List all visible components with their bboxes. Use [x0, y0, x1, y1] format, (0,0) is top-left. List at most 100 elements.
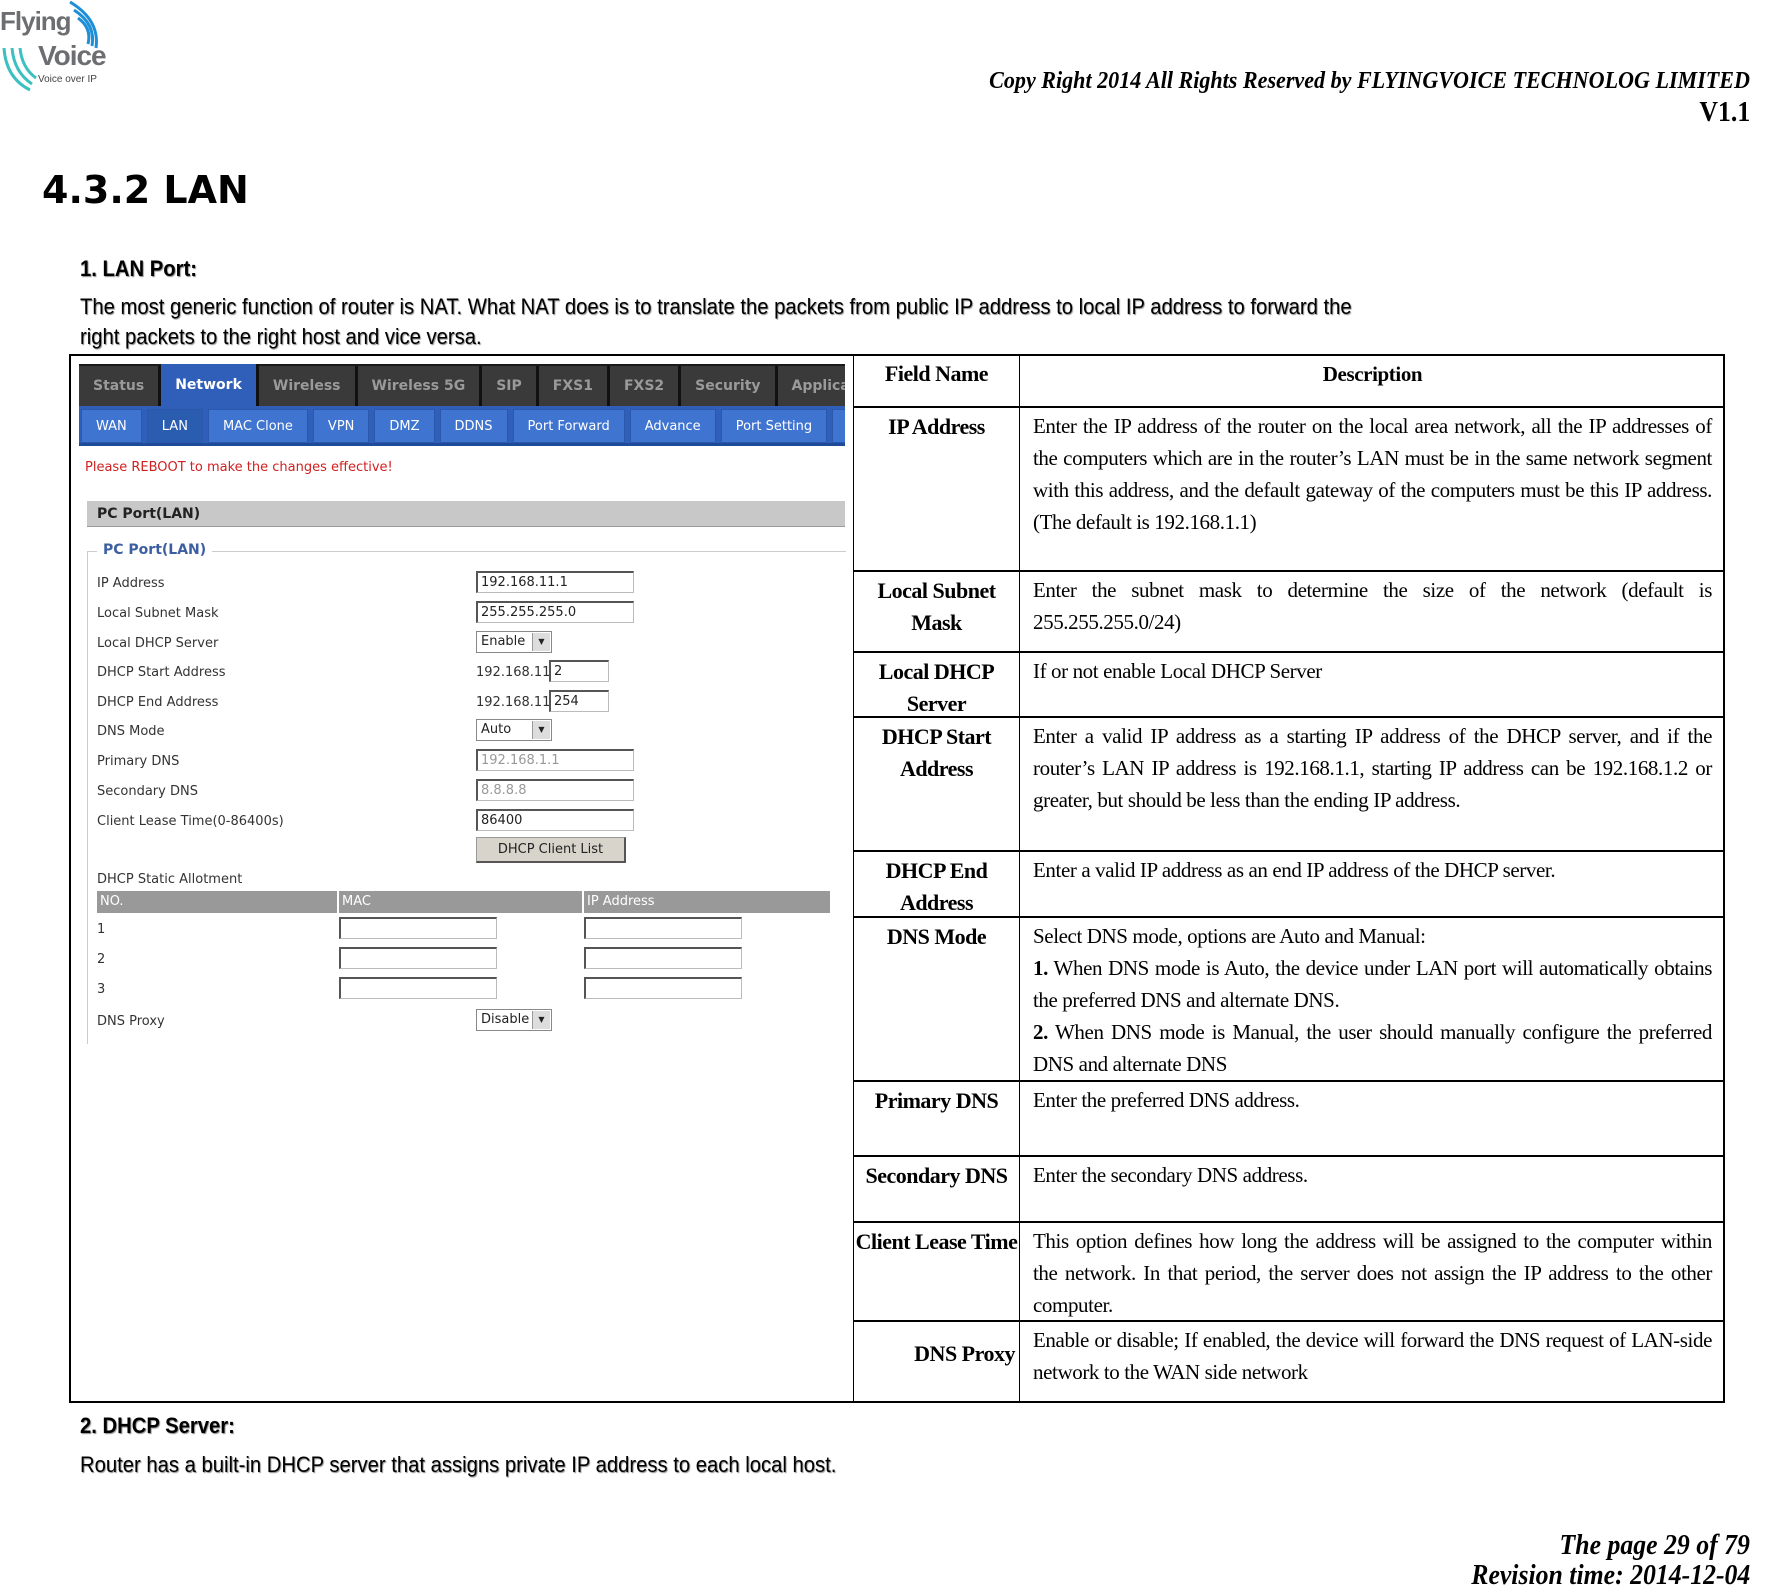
- sub-tab-vpn[interactable]: VPN: [312, 409, 370, 443]
- static-row-ip-input[interactable]: [584, 977, 742, 999]
- lan-port-heading: 1. LAN Port:: [80, 256, 197, 281]
- secondary-dns-input[interactable]: 8.8.8.8: [476, 779, 634, 801]
- static-row-mac-input[interactable]: [339, 947, 497, 969]
- table-header-row: Field Name Description: [854, 356, 1723, 408]
- ip-address-label: IP Address: [97, 576, 165, 591]
- main-tab-wireless[interactable]: Wireless: [258, 366, 358, 406]
- table-row: DNS Mode Select DNS mode, options are Au…: [854, 918, 1723, 1082]
- main-tab-bar: Status Network Wireless Wireless 5G SIP FXS1 F…: [79, 364, 845, 406]
- dns-mode-select-value: Auto: [481, 722, 512, 737]
- sub-tab-port-setting[interactable]: Port Setting: [720, 409, 828, 443]
- static-row-ip-input[interactable]: [584, 917, 742, 939]
- section-title: 4.3.2 LAN: [42, 168, 249, 212]
- dhcp-server-select[interactable]: Enable ▼: [476, 631, 552, 653]
- static-row-mac-input[interactable]: [339, 917, 497, 939]
- dhcp-start-prefix: 192.168.11.: [476, 665, 555, 680]
- static-allotment-header: NO. MAC IP Address: [97, 891, 837, 913]
- main-tab-fxs2[interactable]: FXS2: [609, 366, 682, 406]
- sub-tab-qo[interactable]: Qo: [832, 409, 845, 443]
- field-description: Enter the preferred DNS address.: [1033, 1088, 1300, 1112]
- dhcp-client-list-button[interactable]: DHCP Client List: [476, 837, 626, 863]
- field-name: DHCP Start Address: [854, 718, 1020, 850]
- dhcp-start-label: DHCP Start Address: [97, 665, 226, 680]
- subnet-mask-input[interactable]: 255.255.255.0: [476, 601, 634, 623]
- dhcp-server-select-value: Enable: [481, 634, 526, 649]
- field-name: DNS Proxy: [854, 1322, 1020, 1403]
- flyingvoice-logo: Flying Voice Voice over IP: [0, 0, 110, 95]
- column-header-description: Description: [1322, 362, 1423, 386]
- field-description: Enter a valid IP address as a starting I…: [1033, 724, 1712, 812]
- router-ui-screenshot: Status Network Wireless Wireless 5G SIP FXS1 F…: [71, 356, 854, 1401]
- column-header-ip-address: IP Address: [584, 891, 830, 913]
- dns-mode-option-2: 2. When DNS mode is Manual, the user sho…: [1033, 1016, 1712, 1080]
- static-allotment-title: DHCP Static Allotment: [97, 872, 243, 887]
- chevron-down-icon: ▼: [532, 633, 550, 651]
- table-row: DNS Proxy Enable or disable; If enabled,…: [854, 1322, 1723, 1403]
- dhcp-server-label: Local DHCP Server: [97, 636, 219, 651]
- field-description: Enable or disable; If enabled, the devic…: [1033, 1328, 1712, 1384]
- dns-mode-intro: Select DNS mode, options are Auto and Ma…: [1033, 924, 1426, 948]
- main-tab-security[interactable]: Security: [681, 366, 778, 406]
- field-description: Enter a valid IP address as an end IP ad…: [1033, 858, 1556, 882]
- page-number: The page 29 of 79: [1559, 1530, 1750, 1561]
- secondary-dns-label: Secondary DNS: [97, 784, 198, 799]
- sub-tab-lan[interactable]: LAN: [146, 409, 203, 443]
- static-row-ip-input[interactable]: [584, 947, 742, 969]
- table-row: Local Subnet Mask Enter the subnet mask …: [854, 572, 1723, 653]
- field-description: Enter the subnet mask to determine the s…: [1033, 578, 1712, 634]
- field-name: IP Address: [854, 408, 1020, 570]
- option-number: 2.: [1033, 1020, 1048, 1044]
- dns-mode-label: DNS Mode: [97, 724, 165, 739]
- field-name: DNS Mode: [854, 918, 1020, 1080]
- main-tab-sip[interactable]: SIP: [482, 366, 539, 406]
- pc-port-fieldset-legend: PC Port(LAN): [97, 542, 213, 558]
- table-row: Primary DNS Enter the preferred DNS addr…: [854, 1082, 1723, 1157]
- main-tab-fxs1[interactable]: FXS1: [538, 366, 610, 406]
- dns-proxy-select[interactable]: Disable ▼: [476, 1009, 552, 1031]
- option-text: When DNS mode is Manual, the user should…: [1033, 1020, 1712, 1076]
- field-name: Client Lease Time: [854, 1223, 1020, 1320]
- sub-tab-wan[interactable]: WAN: [81, 409, 142, 443]
- pc-port-section-bar: PC Port(LAN): [87, 501, 845, 527]
- dns-mode-option-1: 1. When DNS mode is Auto, the device und…: [1033, 952, 1712, 1016]
- field-description: Enter the secondary DNS address.: [1033, 1163, 1308, 1187]
- revision-time: Revision time: 2014-12-04: [1470, 1560, 1750, 1591]
- primary-dns-input[interactable]: 192.168.1.1: [476, 749, 634, 771]
- main-tab-wireless-5g[interactable]: Wireless 5G: [357, 366, 483, 406]
- option-number: 1.: [1033, 956, 1048, 980]
- table-row: Client Lease Time This option defines ho…: [854, 1223, 1723, 1322]
- ip-address-input[interactable]: 192.168.11.1: [476, 571, 634, 593]
- logo-line2: Voice: [38, 40, 107, 71]
- reboot-notice: Please REBOOT to make the changes effect…: [85, 460, 393, 475]
- dhcp-end-prefix: 192.168.11.: [476, 695, 555, 710]
- chevron-down-icon: ▼: [532, 721, 550, 739]
- sub-tab-ddns[interactable]: DDNS: [439, 409, 508, 443]
- main-tab-network[interactable]: Network: [161, 364, 259, 406]
- field-name: Local Subnet Mask: [854, 572, 1020, 651]
- table-row: IP Address Enter the IP address of the r…: [854, 408, 1723, 572]
- option-text: When DNS mode is Auto, the device under …: [1033, 956, 1712, 1012]
- sub-tab-dmz[interactable]: DMZ: [374, 409, 435, 443]
- dhcp-start-input[interactable]: 2: [549, 660, 609, 682]
- dns-mode-select[interactable]: Auto ▼: [476, 719, 552, 741]
- main-tab-applicati[interactable]: Applicati: [777, 366, 845, 406]
- sub-tab-port-forward[interactable]: Port Forward: [512, 409, 625, 443]
- dns-proxy-select-value: Disable: [481, 1012, 530, 1027]
- main-tab-status[interactable]: Status: [79, 366, 162, 406]
- static-row-no: 2: [97, 952, 106, 967]
- chevron-down-icon: ▼: [532, 1011, 550, 1029]
- table-row: Local DHCP Server If or not enable Local…: [854, 653, 1723, 718]
- static-row-mac-input[interactable]: [339, 977, 497, 999]
- field-description: If or not enable Local DHCP Server: [1033, 659, 1322, 683]
- dhcp-server-paragraph: Router has a built-in DHCP server that a…: [80, 1452, 837, 1477]
- sub-tab-advance[interactable]: Advance: [629, 409, 716, 443]
- dhcp-end-input[interactable]: 254: [549, 690, 609, 712]
- field-description: This option defines how long the address…: [1033, 1229, 1712, 1317]
- field-name: DHCP End Address: [854, 852, 1020, 916]
- sub-tab-mac-clone[interactable]: MAC Clone: [207, 409, 308, 443]
- field-description: Enter the IP address of the router on th…: [1033, 414, 1712, 534]
- lease-time-label: Client Lease Time(0-86400s): [97, 814, 284, 829]
- lease-time-input[interactable]: 86400: [476, 809, 634, 831]
- dns-proxy-label: DNS Proxy: [97, 1014, 165, 1029]
- copyright-notice: Copy Right 2014 All Rights Reserved by F…: [989, 68, 1750, 94]
